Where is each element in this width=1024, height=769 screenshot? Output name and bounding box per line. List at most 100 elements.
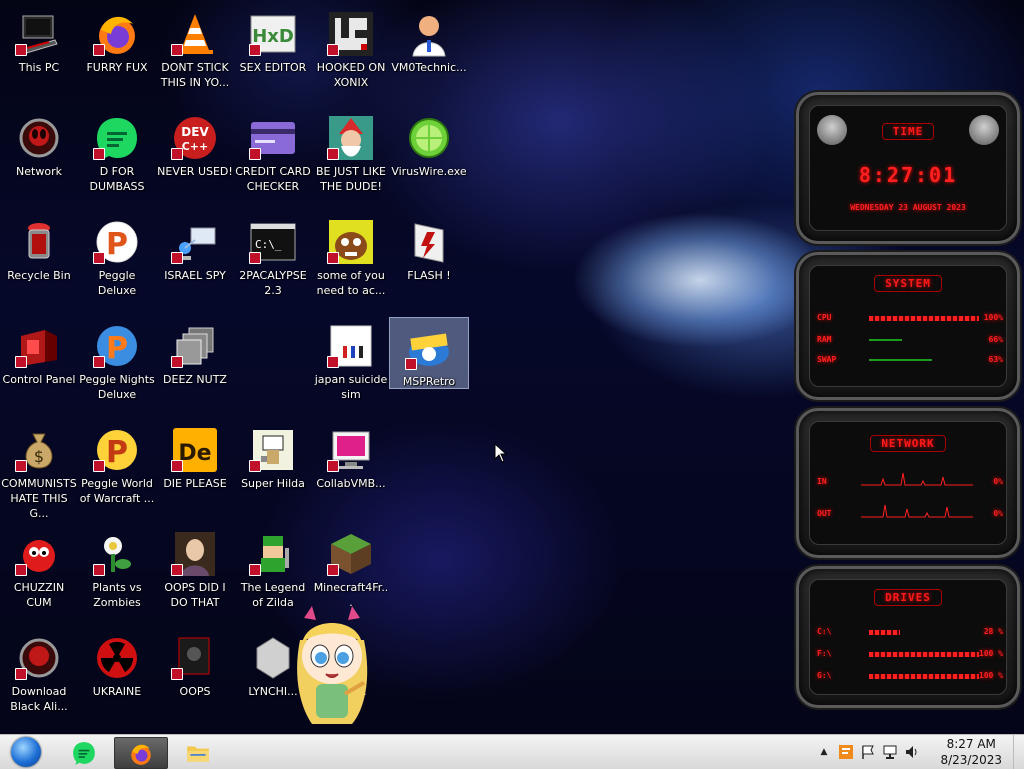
desktop-icon-this-pc[interactable]: This PC <box>0 4 78 104</box>
document-icon <box>327 322 375 370</box>
hex-editor-icon: HxD <box>249 10 297 58</box>
shortcut-arrow-icon <box>249 148 261 160</box>
collabvm-monitor-icon <box>327 426 375 474</box>
shortcut-arrow-icon <box>93 148 105 160</box>
tray-overflow-chevron-icon[interactable]: ▲ <box>816 744 832 760</box>
money-bag-icon: $ <box>15 426 63 474</box>
system-monitor-gadget: TIME 8:27:01 WEDNESDAY 23 AUGUST 2023 SY… <box>794 92 1022 716</box>
shortcut-arrow-icon <box>15 44 27 56</box>
desktop-icon-label: HOOKED ON XONIX <box>316 61 386 89</box>
peggle-icon: P <box>93 218 141 266</box>
network-out-label: OUT <box>817 509 832 518</box>
shortcut-arrow-icon <box>327 460 339 472</box>
network-out-percent: 0% <box>993 509 1003 518</box>
desktop-icon-super-hilda[interactable]: Super Hilda <box>234 420 312 520</box>
pixel-sprite-icon <box>249 426 297 474</box>
desktop-icon-peggle-nights[interactable]: P Peggle Nights Deluxe <box>78 316 156 416</box>
desktop-icon-ukraine[interactable]: UKRAINE <box>78 628 156 728</box>
desktop-icon-d-for-dumbass[interactable]: D FOR DUMBASS <box>78 108 156 208</box>
msp-retro-icon <box>405 324 453 372</box>
discord-app-icon <box>73 742 95 765</box>
desktop-icon-label: Download Black Ali... <box>10 685 68 713</box>
desktop-icon-label: japan suicide sim <box>314 373 388 401</box>
desktop-icon-oops-did-i[interactable]: OOPS DID I DO THAT <box>156 524 234 624</box>
desktop-icon-recycle-bin[interactable]: Recycle Bin <box>0 212 78 312</box>
tray-app-icon[interactable] <box>838 744 854 760</box>
system-panel: SYSTEM CPU 100% RAM 66% SWAP 63% <box>796 252 1020 400</box>
desktop-icon-hooked-on-xonix[interactable]: HOOKED ON XONIX <box>312 4 390 104</box>
desktop-icon-oops[interactable]: OOPS <box>156 628 234 728</box>
desktop-icon-credit-card-checker[interactable]: CREDIT CARD CHECKER <box>234 108 312 208</box>
desktop-icon-label: CollabVMB... <box>316 477 386 490</box>
action-center-flag-icon[interactable] <box>860 744 876 760</box>
chuzzle-icon <box>15 530 63 578</box>
shortcut-arrow-icon <box>327 148 339 160</box>
svg-text:P: P <box>106 227 128 262</box>
shortcut-arrow-icon <box>249 252 261 264</box>
elf-character-icon <box>327 114 375 162</box>
system-panel-title: SYSTEM <box>874 275 942 292</box>
shortcut-arrow-icon <box>93 44 105 56</box>
start-button[interactable] <box>7 737 45 767</box>
desktop-icon-label: DONT STICK THIS IN YO... <box>160 61 230 89</box>
desktop-icon-sex-editor[interactable]: HxD SEX EDITOR <box>234 4 312 104</box>
ram-usage-row: RAM 66% <box>817 335 1003 347</box>
desktop-icon-label: some of you need to ac... <box>316 269 386 297</box>
desktop-icon-label: BE JUST LIKE THE DUDE! <box>315 165 387 193</box>
desktop-icon-2pacalypse[interactable]: C:\_ 2PACALYPSE 2.3 <box>234 212 312 312</box>
desktop-icon-communists[interactable]: $ COMMUNISTS HATE THIS G... <box>0 420 78 520</box>
desktop-icon-label: VirusWire.exe <box>391 165 467 178</box>
taskbar-app-file-explorer[interactable] <box>172 737 224 767</box>
desktop[interactable]: This PC Network Recycle Bin Control Pane… <box>0 0 1024 734</box>
desktop-icon-israel-spy[interactable]: ISRAEL SPY <box>156 212 234 312</box>
drive-f-label: F:\ <box>817 649 832 658</box>
date-display: WEDNESDAY 23 AUGUST 2023 <box>850 203 966 212</box>
desktop-icon-mspretro[interactable]: MSPRetro <box>389 317 469 389</box>
desktop-icon-label: D FOR DUMBASS <box>89 165 145 193</box>
show-desktop-button[interactable] <box>1013 735 1024 769</box>
shortcut-arrow-icon <box>327 356 339 368</box>
taskbar-app-firefox[interactable] <box>114 737 168 769</box>
desktop-icon-chuzzin[interactable]: CHUZZIN CUM <box>0 524 78 624</box>
desktop-icon-die-please[interactable]: De DIE PLEASE <box>156 420 234 520</box>
desktop-icon-viruswire[interactable]: VirusWire.exe <box>390 108 468 208</box>
drive-c-label: C:\ <box>817 627 832 636</box>
taskbar-clock[interactable]: 8:27 AM 8/23/2023 <box>940 736 1002 768</box>
network-panel-title: NETWORK <box>870 435 946 452</box>
desktop-icon-deez-nutz[interactable]: DEEZ NUTZ <box>156 316 234 416</box>
desktop-icon-flash[interactable]: FLASH ! <box>390 212 468 312</box>
desktop-icon-peggle-wow[interactable]: P Peggle World of Warcraft ... <box>78 420 156 520</box>
ram-usage-bar <box>869 339 902 341</box>
desktop-icon-furry-fux[interactable]: FURRY FUX <box>78 4 156 104</box>
drive-f-row: F:\ 100 % <box>817 649 1003 661</box>
cpu-usage-row: CPU 100% <box>817 313 1003 325</box>
volume-speaker-icon[interactable] <box>904 744 920 760</box>
taskbar-app-discord[interactable] <box>58 737 110 767</box>
drive-f-usage-bar <box>869 652 979 657</box>
desktop-icon-label: OOPS DID I DO THAT <box>164 581 226 609</box>
desktop-icon-never-used[interactable]: DEV C++ NEVER USED! <box>156 108 234 208</box>
shortcut-arrow-icon <box>249 44 261 56</box>
desktop-icon-download-black-alien[interactable]: Download Black Ali... <box>0 628 78 728</box>
desktop-icon-peggle-deluxe[interactable]: P Peggle Deluxe <box>78 212 156 312</box>
desktop-icon-japan-suicide-sim[interactable]: japan suicide sim <box>312 316 390 416</box>
desktop-icon-collabvm[interactable]: CollabVMB... <box>312 420 390 520</box>
shortcut-arrow-icon <box>171 356 183 368</box>
desktop-icon-network[interactable]: Network <box>0 108 78 208</box>
network-panel: NETWORK IN 0% OUT 0% <box>796 408 1020 558</box>
shortcut-arrow-icon <box>93 460 105 472</box>
shortcut-arrow-icon <box>15 668 27 680</box>
drive-g-percent: 100 % <box>978 671 1003 680</box>
desktop-icon-vm0technician[interactable]: VM0Technic... <box>390 4 468 104</box>
desktop-icon-plants-vs-zombies[interactable]: Plants vs Zombies <box>78 524 156 624</box>
network-status-icon[interactable] <box>882 744 898 760</box>
desktop-icon-dont-stick[interactable]: DONT STICK THIS IN YO... <box>156 4 234 104</box>
recycle-bin-icon <box>15 218 63 266</box>
peggle-wow-icon: P <box>93 426 141 474</box>
swap-usage-row: SWAP 63% <box>817 355 1003 367</box>
desktop-icon-be-just-like-the-dude[interactable]: BE JUST LIKE THE DUDE! <box>312 108 390 208</box>
shortcut-arrow-icon <box>15 564 27 576</box>
shortcut-arrow-icon <box>249 564 261 576</box>
desktop-icon-some-of-you[interactable]: some of you need to ac... <box>312 212 390 312</box>
desktop-icon-control-panel[interactable]: Control Panel <box>0 316 78 416</box>
